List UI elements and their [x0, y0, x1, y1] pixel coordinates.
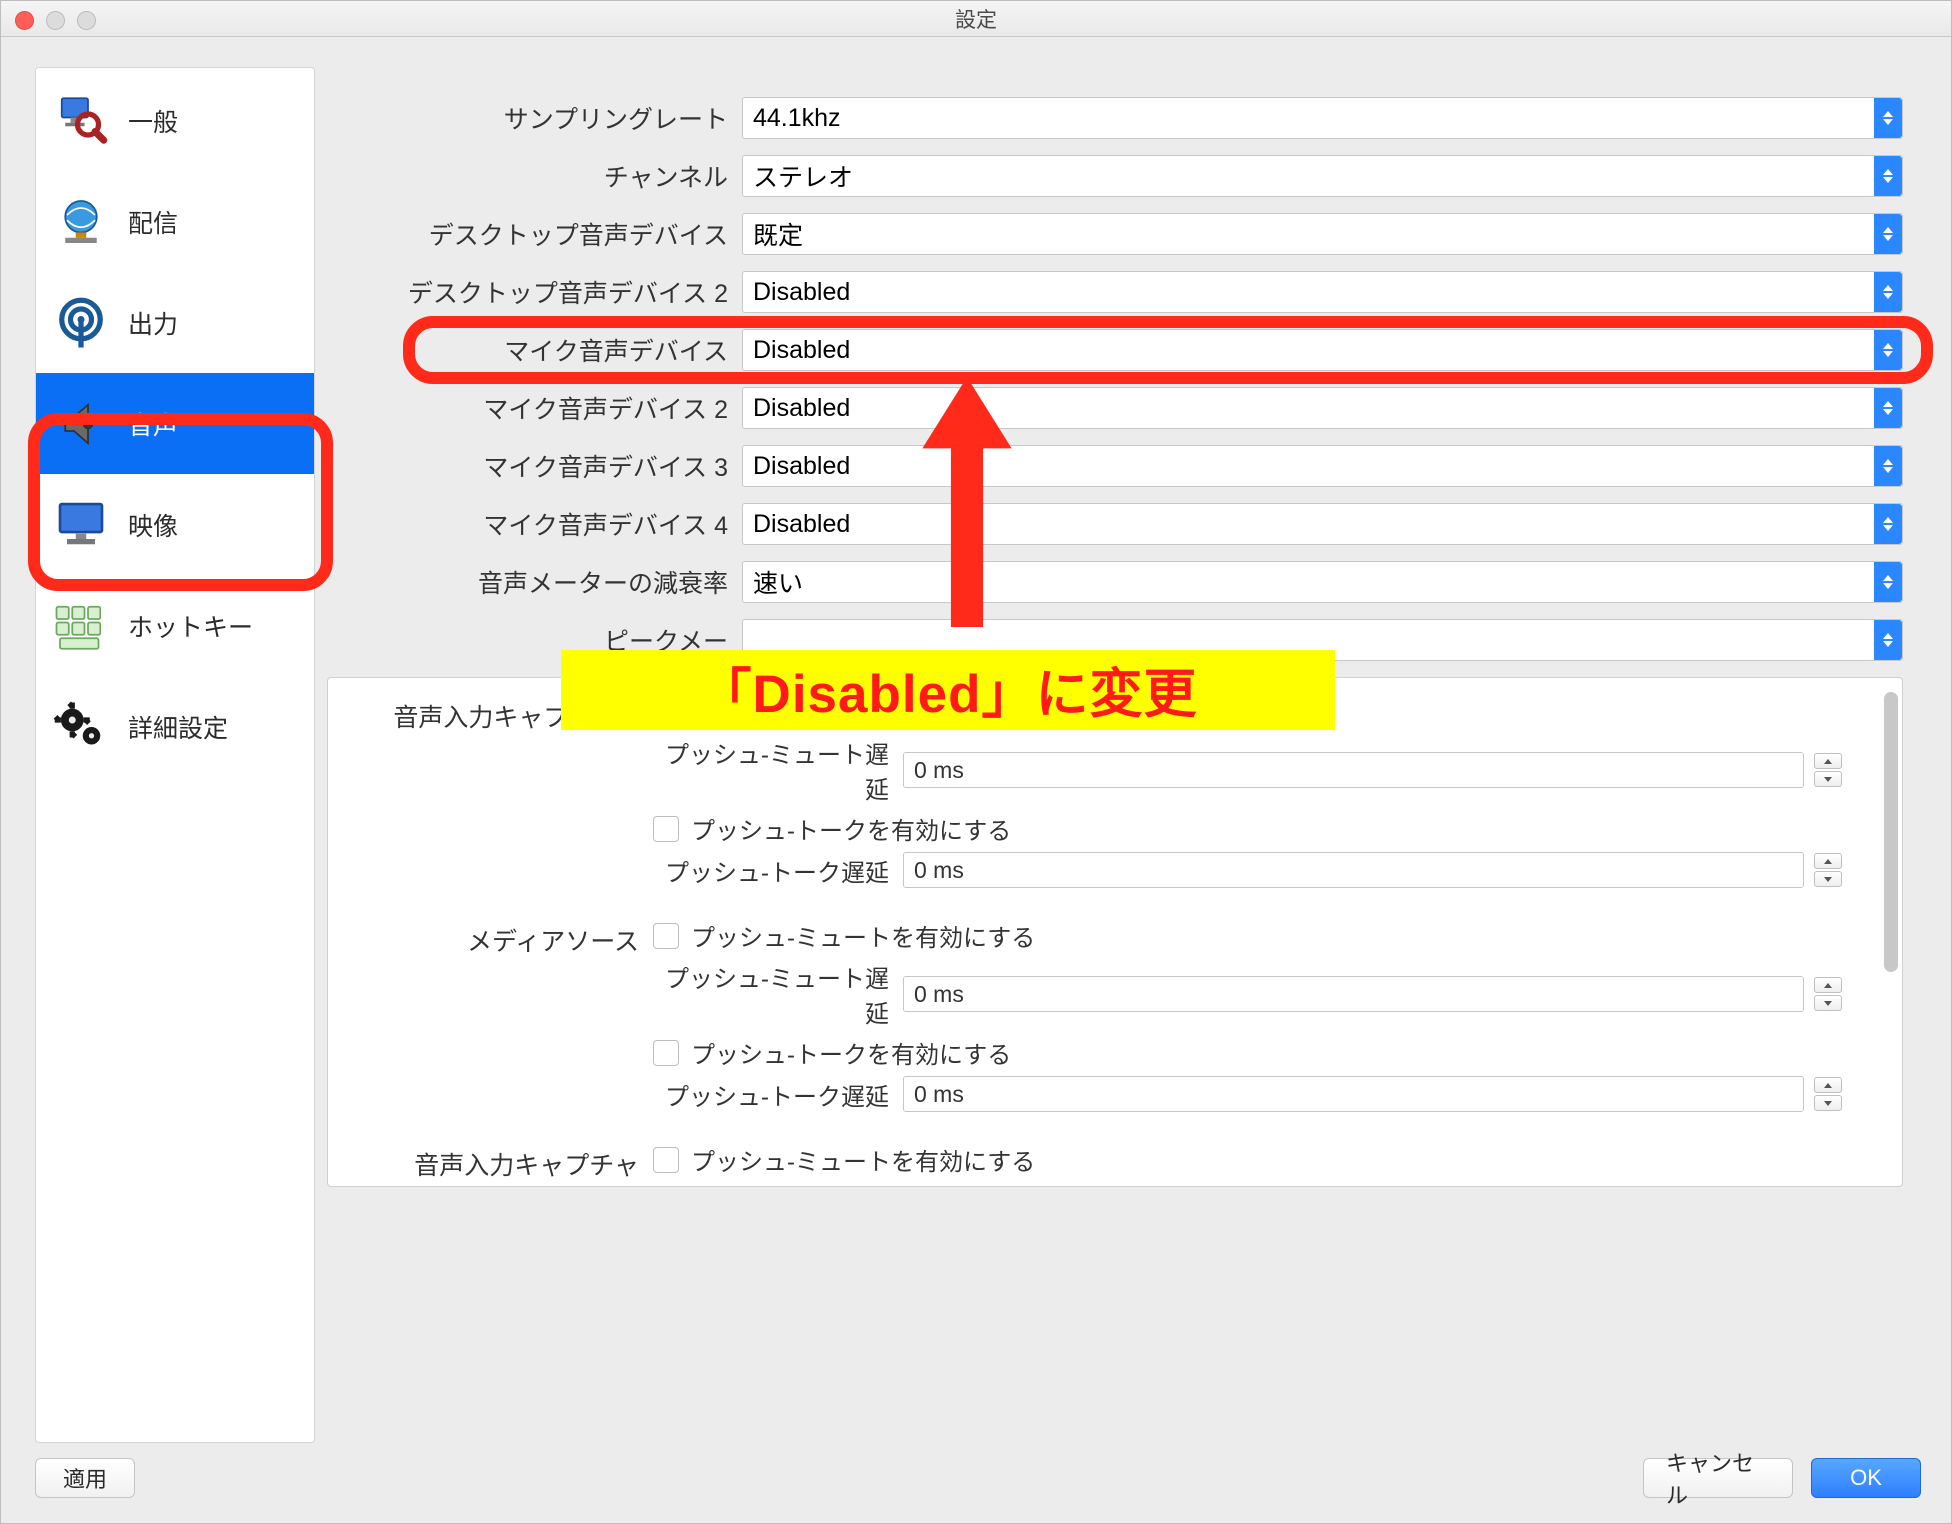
sidebar-item-label: 配信 [128, 204, 178, 240]
push-mute-checkbox[interactable] [653, 1147, 679, 1173]
chevron-updown-icon [1874, 214, 1902, 254]
mic-audio-2-label: マイク音声デバイス 2 [327, 390, 742, 426]
content-area: サンプリングレート 44.1khz チャンネル ステレオ デスクトップ音声デバイ… [327, 67, 1921, 1443]
annotation-label: 「Disabled」に変更 [561, 650, 1335, 730]
traffic-lights [15, 11, 96, 30]
stepper[interactable] [1814, 1077, 1842, 1111]
window-title: 設定 [1, 4, 1951, 34]
push-talk-checkbox[interactable] [653, 1040, 679, 1066]
sidebar-item-label: 映像 [128, 507, 178, 543]
push-mute-delay-label: プッシュ-ミュート遅延 [653, 735, 893, 805]
desktop-audio-select[interactable]: 既定 [742, 213, 1903, 255]
chevron-updown-icon [1874, 272, 1902, 312]
sidebar-item-video[interactable]: 映像 [36, 474, 314, 575]
scrollbar[interactable] [1882, 692, 1900, 1172]
zoom-icon[interactable] [77, 11, 96, 30]
globe-icon [50, 191, 112, 253]
sidebar-item-advanced[interactable]: 詳細設定 [36, 676, 314, 777]
sidebar-item-label: 出力 [128, 305, 178, 341]
gear-icon [50, 696, 112, 758]
sampling-rate-select[interactable]: 44.1khz [742, 97, 1903, 139]
mic-audio-label: マイク音声デバイス [327, 332, 742, 368]
settings-window: 設定 一般 [0, 0, 1952, 1524]
titlebar: 設定 [1, 1, 1951, 37]
channels-label: チャンネル [327, 158, 742, 194]
meter-decay-label: 音声メーターの減衰率 [327, 564, 742, 600]
chevron-updown-icon [1874, 156, 1902, 196]
scroll-thumb[interactable] [1884, 692, 1898, 972]
sidebar-item-stream[interactable]: 配信 [36, 171, 314, 272]
audio-group: 音声入力キャプチャ プッシュ-ミュートを有効にする プッシュ-ミュート遅延0 m… [328, 1136, 1902, 1187]
cancel-button[interactable]: キャンセル [1643, 1458, 1793, 1498]
magnifier-icon [50, 90, 112, 152]
mic-audio-select[interactable]: Disabled [742, 329, 1903, 371]
ok-button[interactable]: OK [1811, 1458, 1921, 1498]
mic-audio-4-select[interactable]: Disabled [742, 503, 1903, 545]
chevron-updown-icon [1874, 504, 1902, 544]
speaker-icon [50, 393, 112, 455]
mic-audio-3-label: マイク音声デバイス 3 [327, 448, 742, 484]
chevron-updown-icon [1874, 388, 1902, 428]
stepper[interactable] [1814, 753, 1842, 787]
mic-audio-4-label: マイク音声デバイス 4 [327, 506, 742, 542]
sidebar-item-output[interactable]: 出力 [36, 272, 314, 373]
chevron-updown-icon [1874, 98, 1902, 138]
push-mute-delay-label: プッシュ-ミュート遅延 [653, 1183, 893, 1187]
audio-sources-panel: 音声入力キャプチャ 2 プッシュ-ミュートを有効にする プッシュ-ミュート遅延0… [327, 677, 1903, 1187]
push-mute-delay-input[interactable]: 0 ms [903, 752, 1804, 788]
push-talk-delay-label: プッシュ-トーク遅延 [653, 1077, 893, 1112]
chevron-updown-icon [1874, 330, 1902, 370]
group-label: メディアソース [328, 918, 653, 958]
sidebar-item-general[interactable]: 一般 [36, 70, 314, 171]
footer: 適用 キャンセル OK [1, 1443, 1951, 1523]
group-label: 音声入力キャプチャ [328, 1142, 653, 1182]
push-talk-delay-label: プッシュ-トーク遅延 [653, 853, 893, 888]
mic-audio-3-select[interactable]: Disabled [742, 445, 1903, 487]
stepper[interactable] [1814, 977, 1842, 1011]
desktop-audio-2-label: デスクトップ音声デバイス 2 [327, 274, 742, 310]
push-talk-checkbox[interactable] [653, 816, 679, 842]
chevron-updown-icon [1874, 620, 1902, 660]
sidebar-item-hotkeys[interactable]: ホットキー [36, 575, 314, 676]
antenna-icon [50, 292, 112, 354]
audio-settings-form: サンプリングレート 44.1khz チャンネル ステレオ デスクトップ音声デバイ… [327, 67, 1921, 669]
sidebar: 一般 配信 [35, 67, 315, 1443]
apply-button[interactable]: 適用 [35, 1458, 135, 1498]
push-talk-delay-input[interactable]: 0 ms [903, 1076, 1804, 1112]
meter-decay-select[interactable]: 速い [742, 561, 1903, 603]
desktop-audio-label: デスクトップ音声デバイス [327, 216, 742, 252]
sidebar-item-label: 一般 [128, 103, 178, 139]
push-mute-delay-label: プッシュ-ミュート遅延 [653, 959, 893, 1029]
push-mute-checkbox[interactable] [653, 923, 679, 949]
close-icon[interactable] [15, 11, 34, 30]
minimize-icon[interactable] [46, 11, 65, 30]
mic-audio-2-select[interactable]: Disabled [742, 387, 1903, 429]
push-mute-delay-input[interactable]: 0 ms [903, 976, 1804, 1012]
sampling-rate-label: サンプリングレート [327, 100, 742, 136]
sidebar-item-label: 音声 [128, 406, 178, 442]
keyboard-icon [50, 595, 112, 657]
sidebar-item-label: ホットキー [128, 608, 253, 644]
push-talk-delay-input[interactable]: 0 ms [903, 852, 1804, 888]
chevron-updown-icon [1874, 562, 1902, 602]
monitor-icon [50, 494, 112, 556]
desktop-audio-2-select[interactable]: Disabled [742, 271, 1903, 313]
audio-group: メディアソース プッシュ-ミュートを有効にする プッシュ-ミュート遅延0 ms … [328, 912, 1902, 1118]
chevron-updown-icon [1874, 446, 1902, 486]
stepper[interactable] [1814, 853, 1842, 887]
sidebar-item-audio[interactable]: 音声 [36, 373, 314, 474]
sidebar-item-label: 詳細設定 [128, 709, 228, 745]
channels-select[interactable]: ステレオ [742, 155, 1903, 197]
